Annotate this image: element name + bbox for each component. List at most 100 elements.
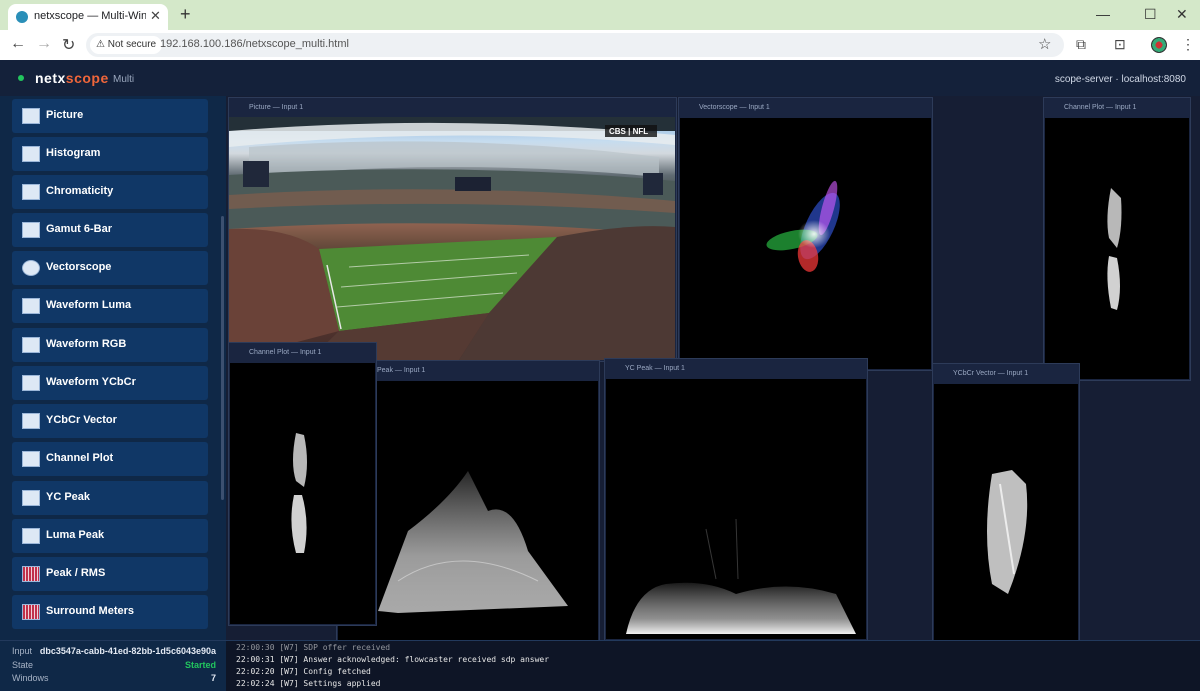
chromaticity-icon <box>22 184 40 200</box>
sidebar-item-yc-peak[interactable]: YC Peak <box>12 481 208 515</box>
ycbcr-vector-display <box>934 384 1078 644</box>
back-icon[interactable]: ← <box>10 35 26 53</box>
address-toolbar: ← → ↻ ⚠ Not secure 192.168.100.186/netxs… <box>0 30 1200 60</box>
window-close-icon[interactable]: ✕ <box>1176 6 1188 23</box>
sidebar-item-label: Waveform Luma <box>46 299 132 311</box>
minimize-icon[interactable]: — <box>1096 6 1110 22</box>
bookmark-star-icon[interactable]: ☆ <box>1038 35 1051 53</box>
sidebar-item-label: YCbCr Vector <box>46 414 117 426</box>
sidebar-scrollbar[interactable] <box>221 216 224 500</box>
maximize-icon[interactable]: ☐ <box>1144 6 1157 23</box>
sidebar-item-ycbcr-vector[interactable]: YCbCr Vector <box>12 404 208 438</box>
window-title[interactable]: Channel Plot — Input 1 <box>1064 104 1136 111</box>
sidebar-item-surround-meters[interactable]: Surround Meters <box>12 595 208 629</box>
log-line: 22:02:20 [W7] Config fetched <box>236 667 371 676</box>
sidebar-item-gamut-6-bar[interactable]: Gamut 6-Bar <box>12 213 208 247</box>
log-line: 22:00:31 [W7] Answer acknowledged: flowc… <box>236 655 550 664</box>
windows-label: Windows <box>12 673 49 683</box>
channel-plot-display <box>230 363 375 624</box>
window-title[interactable]: YCbCr Vector — Input 1 <box>953 370 1028 377</box>
mode-label: Multi <box>113 74 135 85</box>
sidebar-item-label: Channel Plot <box>46 452 114 464</box>
yc-peak-window[interactable]: YC Peak — Input 1 <box>604 358 868 641</box>
vectorscope-display <box>680 118 931 369</box>
sidebar-item-vectorscope[interactable]: Vectorscope <box>12 251 208 285</box>
sidebar-footer: Input dbc3547a-cabb-41ed-82bb-1d5c6043e9… <box>0 640 226 691</box>
sidebar-item-label: Gamut 6-Bar <box>46 223 113 235</box>
channel-plot-window-left[interactable]: Channel Plot — Input 1 <box>228 342 377 626</box>
histogram-icon <box>22 146 40 162</box>
luma-peak-trace <box>378 471 568 613</box>
new-tab-button[interactable]: + <box>180 4 191 25</box>
browser-tabstrip: netxscope — Multi-Window M ✕ + — ☐ ✕ <box>0 0 1200 30</box>
sidebar-item-waveform-rgb[interactable]: Waveform RGB <box>12 328 208 362</box>
channel-plot-icon <box>22 451 40 467</box>
luma-peak-icon <box>22 528 40 544</box>
sidebar-item-channel-plot[interactable]: Channel Plot <box>12 442 208 476</box>
sidebar-item-waveform-ycbcr[interactable]: Waveform YCbCr <box>12 366 208 400</box>
sidebar-item-label: Peak / RMS <box>46 567 106 579</box>
surround-meters-icon <box>22 604 40 620</box>
stadium-video-frame: CBS | NFL <box>229 117 675 360</box>
sidebar-item-label: Picture <box>46 109 84 121</box>
picture-icon <box>22 108 40 124</box>
sidebar-item-label: Luma Peak <box>46 529 105 541</box>
yc-peak-trace <box>626 518 856 634</box>
window-title[interactable]: Channel Plot — Input 1 <box>249 349 321 356</box>
peak-rms-icon <box>22 566 40 582</box>
browser-tab[interactable]: netxscope — Multi-Window M ✕ <box>8 4 168 30</box>
sidebar-item-histogram[interactable]: Histogram <box>12 137 208 171</box>
stadium-illustration: CBS | NFL <box>229 117 675 360</box>
state-label: State <box>12 660 34 670</box>
windows-value: 7 <box>210 673 216 683</box>
event-log: 22:00:30 [W7] SDP offer received 22:00:3… <box>226 640 1200 691</box>
sidebar-item-picture[interactable]: Picture <box>12 99 208 133</box>
log-line: 22:00:30 [W7] SDP offer received <box>236 643 391 652</box>
sidebar-item-label: Waveform YCbCr <box>46 376 136 388</box>
sidebar-item-chromaticity[interactable]: Chromaticity <box>12 175 208 209</box>
sidebar-item-label: Vectorscope <box>46 261 112 273</box>
luma-peak-display <box>338 381 598 642</box>
reload-icon[interactable]: ↻ <box>62 35 75 55</box>
sidebar-item-waveform-luma[interactable]: Waveform Luma <box>12 289 208 323</box>
screen-search-icon[interactable]: ⊡ <box>1114 36 1126 53</box>
menu-kebab-icon[interactable]: ⋮ <box>1181 36 1195 53</box>
gamut-icon <box>22 222 40 238</box>
ycbcr-vector-window[interactable]: YCbCr Vector — Input 1 <box>932 363 1080 646</box>
favicon-icon <box>16 11 28 23</box>
sidebar-item-peak-rms[interactable]: Peak / RMS <box>12 557 208 591</box>
profile-avatar[interactable] <box>1151 37 1167 53</box>
waveform-ycbcr-icon <box>22 375 40 391</box>
vectorscope-icon <box>22 260 40 276</box>
brand-scope: scope <box>65 70 109 86</box>
sidebar-item-luma-peak[interactable]: Luma Peak <box>12 519 208 553</box>
waveform-rgb-icon <box>22 337 40 353</box>
yc-peak-display <box>606 379 866 639</box>
tab-title: netxscope — Multi-Window M <box>34 10 146 22</box>
extensions-icon[interactable]: ⧉ <box>1076 36 1086 53</box>
app-header: netxscope Multi scope-server · localhost… <box>0 60 1200 96</box>
sidebar-item-label: YC Peak <box>46 491 91 503</box>
address-bar[interactable]: ⚠ Not secure 192.168.100.186/netxscope_m… <box>86 33 1064 57</box>
ycbcr-vector-icon <box>22 413 40 429</box>
yc-peak-icon <box>22 490 40 506</box>
window-title[interactable]: YC Peak — Input 1 <box>625 365 685 372</box>
brand-netx: netx <box>35 70 66 86</box>
security-badge[interactable]: ⚠ Not secure <box>90 36 163 54</box>
vectorscope-trace <box>766 180 840 272</box>
input-label: Input <box>12 646 33 656</box>
sidebar: Picture Histogram Chromaticity Gamut 6-B… <box>0 96 226 690</box>
channel-plot-window-right[interactable]: Channel Plot — Input 1 <box>1043 97 1191 381</box>
close-icon[interactable]: ✕ <box>150 8 161 24</box>
sidebar-item-label: Surround Meters <box>46 605 135 617</box>
forward-icon[interactable]: → <box>36 35 52 53</box>
vectorscope-window[interactable]: Vectorscope — Input 1 <box>678 97 933 371</box>
window-title[interactable]: Vectorscope — Input 1 <box>699 104 770 111</box>
server-address: scope-server · localhost:8080 <box>1054 74 1186 85</box>
window-title[interactable]: Peak — Input 1 <box>377 367 425 374</box>
broadcast-logo: CBS | NFL <box>609 127 648 136</box>
window-title[interactable]: Picture — Input 1 <box>249 104 303 111</box>
channel-plot-trace <box>1107 188 1122 310</box>
url-text[interactable]: 192.168.100.186/netxscope_multi.html <box>160 38 349 50</box>
state-value: Started <box>184 660 216 670</box>
